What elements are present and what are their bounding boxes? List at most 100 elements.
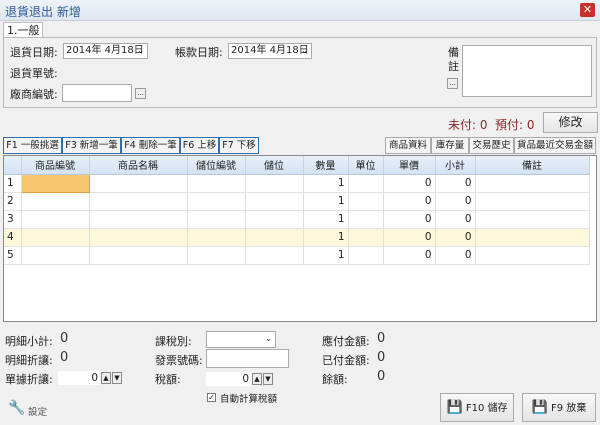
col-remark[interactable]: 備註: [475, 156, 590, 175]
location-cell[interactable]: [245, 246, 304, 265]
product-name-cell[interactable]: [89, 246, 188, 265]
return-no-label: 退貨單號:: [10, 67, 58, 80]
spin-up-icon[interactable]: ▲: [252, 373, 262, 385]
col-unit[interactable]: 單位: [348, 156, 384, 175]
remark-cell[interactable]: [475, 246, 590, 265]
col-product-code[interactable]: 商品編號: [21, 156, 90, 175]
col-price[interactable]: 單價: [383, 156, 436, 175]
quantity-cell[interactable]: 1: [303, 174, 349, 193]
remark-browse-button[interactable]: ...: [447, 78, 458, 89]
col-product-name[interactable]: 商品名稱: [89, 156, 188, 175]
location-code-cell[interactable]: [187, 192, 246, 211]
table-row[interactable]: 4 1 00: [4, 228, 590, 247]
product-name-cell[interactable]: [89, 210, 188, 229]
remark-cell[interactable]: [475, 192, 590, 211]
f7-move-down-button[interactable]: F7 下移: [219, 137, 259, 154]
quantity-cell[interactable]: 1: [303, 246, 349, 265]
balance-label: 餘額:: [322, 373, 348, 386]
location-cell[interactable]: [245, 228, 304, 247]
close-button[interactable]: ✕: [580, 3, 595, 17]
col-quantity[interactable]: 數量: [303, 156, 349, 175]
location-code-cell[interactable]: [187, 246, 246, 265]
account-date-picker[interactable]: 2014年 4月18日 ⌄: [228, 43, 312, 59]
unit-cell[interactable]: [348, 192, 384, 211]
unit-cell[interactable]: [348, 228, 384, 247]
unit-cell[interactable]: [348, 174, 384, 193]
row-number: 1: [4, 174, 22, 193]
remark-cell[interactable]: [475, 210, 590, 229]
f1-select-button[interactable]: F1 一般挑選: [3, 137, 62, 154]
table-row[interactable]: 1 1 00: [4, 173, 590, 193]
remark-cell[interactable]: [475, 174, 590, 193]
product-code-cell[interactable]: [21, 210, 90, 229]
unit-cell[interactable]: [348, 246, 384, 265]
tab-general[interactable]: 1.一般: [3, 22, 43, 38]
location-code-cell[interactable]: [187, 228, 246, 247]
col-location[interactable]: 儲位: [245, 156, 304, 175]
quantity-cell[interactable]: 1: [303, 192, 349, 211]
stock-button[interactable]: 庫存量: [431, 137, 469, 154]
quantity-cell[interactable]: 1: [303, 228, 349, 247]
table-row[interactable]: 5 1 00: [4, 246, 590, 265]
f6-move-up-button[interactable]: F6 上移: [180, 137, 219, 154]
chevron-down-icon: ⌄: [265, 334, 272, 343]
detail-subtotal-value: 0: [60, 331, 69, 346]
quantity-cell[interactable]: 1: [303, 210, 349, 229]
table-row[interactable]: 3 1 00: [4, 210, 590, 229]
vendor-no-label: 廠商編號:: [10, 88, 58, 101]
tax-input[interactable]: 0: [206, 372, 251, 386]
product-code-cell[interactable]: [20, 173, 90, 193]
settings-link[interactable]: 設定: [28, 404, 47, 418]
product-name-cell[interactable]: [89, 174, 188, 193]
f3-add-row-button[interactable]: F3 新增一筆: [62, 137, 121, 154]
product-name-cell[interactable]: [89, 228, 188, 247]
subtotal-cell[interactable]: 0: [435, 246, 476, 265]
product-code-cell[interactable]: [21, 246, 90, 265]
save-button[interactable]: 💾 F10 儲存: [440, 393, 514, 422]
subtotal-cell[interactable]: 0: [435, 210, 476, 229]
spin-up-icon[interactable]: ▲: [101, 372, 111, 384]
spin-down-icon[interactable]: ▼: [112, 372, 122, 384]
subtotal-cell[interactable]: 0: [435, 192, 476, 211]
discard-button[interactable]: 💾 F9 放棄: [522, 393, 596, 422]
location-cell[interactable]: [245, 210, 304, 229]
price-cell[interactable]: 0: [383, 228, 436, 247]
product-name-cell[interactable]: [89, 192, 188, 211]
location-cell[interactable]: [245, 174, 304, 193]
col-subtotal[interactable]: 小計: [435, 156, 476, 175]
table-row[interactable]: 2 1 00: [4, 192, 590, 211]
invoice-input[interactable]: [206, 349, 289, 368]
subtotal-cell[interactable]: 0: [435, 228, 476, 247]
edit-button[interactable]: 修改: [543, 112, 598, 133]
wrench-icon[interactable]: 🔧: [8, 400, 25, 416]
remark-cell[interactable]: [475, 228, 590, 247]
vendor-browse-button[interactable]: ...: [135, 88, 146, 99]
vendor-no-input[interactable]: [62, 84, 132, 102]
location-cell[interactable]: [245, 192, 304, 211]
product-code-cell[interactable]: [21, 228, 90, 247]
col-location-code[interactable]: 儲位編號: [187, 156, 246, 175]
doc-discount-input[interactable]: 0: [58, 371, 100, 385]
history-button[interactable]: 交易歷史: [469, 137, 514, 154]
product-info-button[interactable]: 商品資料: [385, 137, 431, 154]
remark-textarea[interactable]: [462, 45, 592, 97]
f4-delete-row-button[interactable]: F4 刪除一筆: [121, 137, 180, 154]
recent-price-button[interactable]: 貨品最近交易金額: [514, 137, 596, 154]
return-date-picker[interactable]: 2014年 4月18日 ⌄: [63, 43, 148, 59]
spin-down-icon[interactable]: ▼: [263, 373, 273, 385]
subtotal-cell[interactable]: 0: [435, 174, 476, 193]
location-code-cell[interactable]: [187, 174, 246, 193]
title-bar: [0, 0, 600, 21]
product-code-cell[interactable]: [21, 192, 90, 211]
price-cell[interactable]: 0: [383, 210, 436, 229]
price-cell[interactable]: 0: [383, 246, 436, 265]
auto-tax-checkbox[interactable]: ✓: [207, 393, 216, 402]
tax-type-select[interactable]: ⌄: [206, 331, 276, 348]
price-cell[interactable]: 0: [383, 174, 436, 193]
location-code-cell[interactable]: [187, 210, 246, 229]
price-cell[interactable]: 0: [383, 192, 436, 211]
unit-cell[interactable]: [348, 210, 384, 229]
account-date-label: 帳款日期:: [175, 46, 223, 59]
detail-grid[interactable]: 商品編號 商品名稱 儲位編號 儲位 數量 單位 單價 小計 備註 1100210…: [3, 155, 597, 322]
tax-label: 稅額:: [155, 373, 181, 386]
